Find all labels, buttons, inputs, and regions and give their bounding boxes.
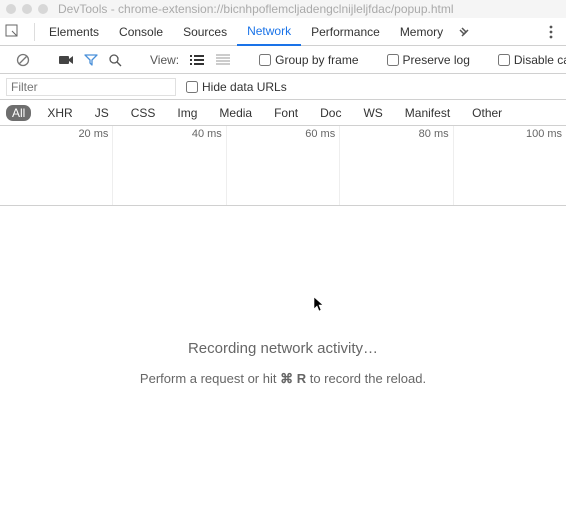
hide-data-urls-label: Hide data URLs — [202, 80, 287, 94]
disable-cache-checkbox[interactable]: Disable cache — [498, 53, 566, 67]
network-toolbar: View: Group by frame Preserve log Disabl… — [0, 46, 566, 74]
group-by-frame-label: Group by frame — [275, 53, 358, 67]
type-doc[interactable]: Doc — [314, 105, 347, 121]
camera-icon[interactable] — [58, 52, 74, 68]
inspect-element-icon[interactable] — [4, 23, 22, 41]
timeline-seg: 40 ms — [112, 126, 225, 205]
type-img[interactable]: Img — [171, 105, 203, 121]
tick-label: 100 ms — [526, 128, 562, 140]
hide-data-urls-checkbox[interactable]: Hide data URLs — [186, 80, 287, 94]
type-ws[interactable]: WS — [357, 105, 388, 121]
divider — [34, 23, 35, 41]
type-font[interactable]: Font — [268, 105, 304, 121]
network-empty-pane: Recording network activity… Perform a re… — [0, 206, 566, 520]
tick-label: 80 ms — [419, 128, 449, 140]
shortcut-text: ⌘ R — [280, 371, 306, 386]
view-compact-icon[interactable] — [215, 52, 231, 68]
window-title-bar: DevTools - chrome-extension://bicnhpofle… — [0, 0, 566, 18]
cursor-icon — [313, 296, 325, 312]
tick-label: 40 ms — [192, 128, 222, 140]
hide-data-urls-input[interactable] — [186, 81, 198, 93]
search-icon[interactable] — [108, 52, 122, 68]
timeline-seg: 100 ms — [453, 126, 566, 205]
request-type-row: All XHR JS CSS Img Media Font Doc WS Man… — [0, 100, 566, 126]
disable-cache-label: Disable cache — [514, 53, 566, 67]
timeline-seg: 60 ms — [226, 126, 339, 205]
tab-sources[interactable]: Sources — [173, 18, 237, 46]
type-js[interactable]: JS — [89, 105, 115, 121]
timeline-seg: 80 ms — [339, 126, 452, 205]
tab-memory[interactable]: Memory — [390, 18, 453, 46]
traffic-lights — [6, 4, 48, 14]
filter-icon[interactable] — [84, 52, 98, 68]
type-css[interactable]: CSS — [125, 105, 162, 121]
preserve-log-input[interactable] — [387, 54, 399, 66]
view-label: View: — [150, 53, 179, 67]
type-all[interactable]: All — [6, 105, 31, 121]
tab-elements[interactable]: Elements — [39, 18, 109, 46]
timeline-overview[interactable]: 20 ms 40 ms 60 ms 80 ms 100 ms — [0, 126, 566, 206]
type-other[interactable]: Other — [466, 105, 508, 121]
recording-subline: Perform a request or hit ⌘ R to record t… — [140, 371, 426, 387]
group-by-frame-checkbox[interactable]: Group by frame — [259, 53, 358, 67]
filter-row: Hide data URLs — [0, 74, 566, 100]
more-tabs-icon[interactable] — [453, 18, 475, 46]
kebab-menu-icon[interactable] — [540, 18, 562, 46]
zoom-dot-icon[interactable] — [38, 4, 48, 14]
panel-tabs-row: Elements Console Sources Network Perform… — [0, 18, 566, 46]
minimize-dot-icon[interactable] — [22, 4, 32, 14]
tick-label: 20 ms — [78, 128, 108, 140]
tick-label: 60 ms — [305, 128, 335, 140]
sub-pre: Perform a request or hit — [140, 371, 280, 386]
preserve-log-label: Preserve log — [403, 53, 470, 67]
close-dot-icon[interactable] — [6, 4, 16, 14]
timeline-seg: 20 ms — [0, 126, 112, 205]
window-title: DevTools - chrome-extension://bicnhpofle… — [58, 2, 454, 16]
disable-cache-input[interactable] — [498, 54, 510, 66]
type-xhr[interactable]: XHR — [41, 105, 78, 121]
clear-icon[interactable] — [16, 52, 30, 68]
type-manifest[interactable]: Manifest — [399, 105, 456, 121]
tab-network[interactable]: Network — [237, 18, 301, 46]
sub-post: to record the reload. — [306, 371, 426, 386]
group-by-frame-input[interactable] — [259, 54, 271, 66]
recording-headline: Recording network activity… — [188, 340, 378, 357]
tab-console[interactable]: Console — [109, 18, 173, 46]
filter-input[interactable] — [6, 78, 176, 96]
view-large-icon[interactable] — [189, 52, 205, 68]
tab-performance[interactable]: Performance — [301, 18, 390, 46]
preserve-log-checkbox[interactable]: Preserve log — [387, 53, 470, 67]
type-media[interactable]: Media — [213, 105, 258, 121]
